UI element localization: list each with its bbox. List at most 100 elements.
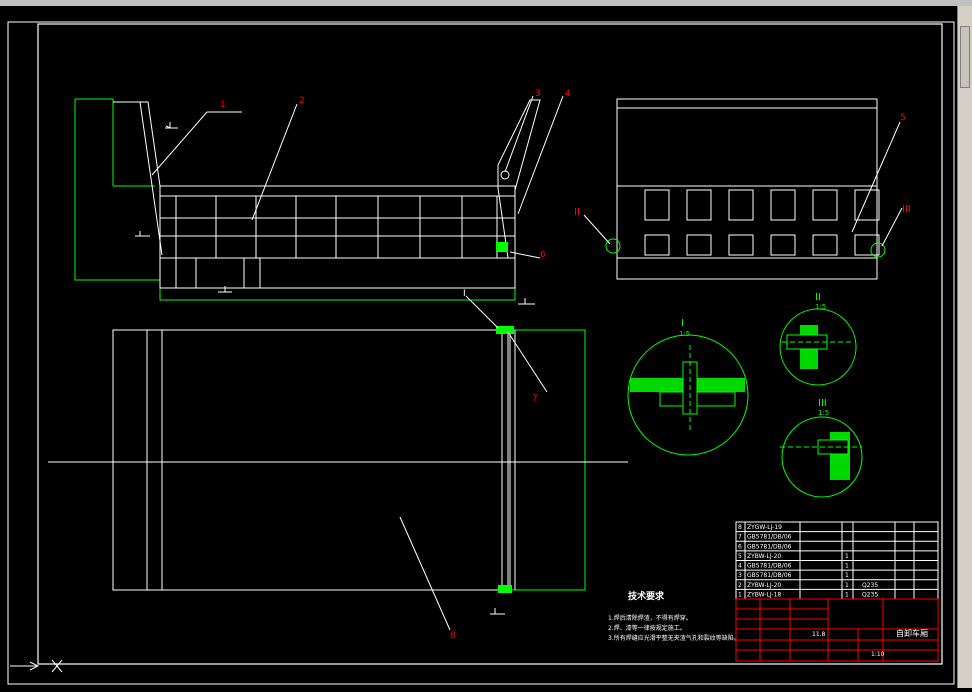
bom-row-no: 5 [738,553,742,560]
section-I-marker: I [463,289,466,299]
callout-7-leader [507,331,548,393]
weld-symbol-3 [218,286,232,293]
bom-row-qty: 1 [845,572,849,579]
callout-5: 5 [900,113,906,123]
title-block-scale: 1:10 [871,651,885,658]
top-view-green-box [112,329,586,591]
top-view-hinge-bottom [498,585,512,593]
bom-row-qty: 1 [845,591,849,598]
detail-III-scale: 1:5 [818,409,829,417]
detail-II-label: II [815,292,821,303]
bom-row-code: ZYBW-LJ-20 [747,582,781,589]
weld-symbol-1 [165,122,178,129]
weld-symbol-5 [490,608,505,615]
bom-row-code: ZYBW-LJ-18 [747,591,781,598]
bom-row-no: 1 [738,591,742,598]
callout-7: 7 [532,394,538,404]
bom-row-material: Q235 [862,591,878,598]
weld-symbol-2 [135,231,150,237]
side-opening-upper [644,189,670,221]
bom-row-qty: 1 [845,582,849,589]
side-opening-lower [812,234,838,256]
bom-row-qty: 1 [845,563,849,570]
vertical-scrollbar[interactable] [957,6,972,688]
side-view-outline [616,98,878,280]
callout-4: 4 [565,89,571,99]
callout-1-leader [151,111,208,176]
ucs-icon [10,659,63,673]
cad-canvas[interactable]: II III 1 2 3 4 5 6 7 8 I I 1:5 II 1:5 II… [0,6,958,688]
callout-8-leader [399,516,451,631]
bom-row-code: GB5781/DB/06 [747,543,792,550]
callout-5-leader [851,121,901,233]
side-marker-left-leader [583,214,611,245]
top-view-body [112,329,509,591]
front-hinge [496,242,508,252]
bom-row-code: GB5781/DB/06 [747,572,792,579]
title-block: 自卸车厢 1:10 11.8 [735,598,939,662]
bom-row-no: 4 [738,563,742,570]
bom-row-no: 3 [738,572,742,579]
bom-row-code: ZYGW-LJ-19 [747,524,782,531]
front-view [74,98,541,301]
tech-requirements: 技术要求 1.焊后清除焊渣，不得有焊穿。 2.焊、漆等一律按规定施工。 3.所有… [608,590,740,642]
bill-of-materials: 8 ZYGW-LJ-19 7 GB5781/DB/06 6 GB5781/DB/06 5 ZY… [735,521,939,600]
front-pivot [500,170,510,180]
front-tailgate-outline [113,101,161,258]
callout-6: 6 [540,250,546,260]
detail-III-label: III [818,398,827,409]
bom-row-code: GB5781/DB/06 [747,563,792,570]
bom-row-qty: 1 [845,553,849,560]
side-view: II III [574,98,911,280]
tech-req-item-1: 1.焊后清除焊渣，不得有焊穿。 [608,614,692,622]
callout-8: 8 [450,631,456,641]
top-view-hinge-top [496,326,514,334]
detail-view-II: II 1:5 [779,292,857,386]
callout-3: 3 [535,89,541,99]
side-view-openings [644,189,880,256]
side-opening-upper [686,189,712,221]
front-lower-panel [159,257,516,289]
title-block-drawing-name: 自卸车厢 [896,628,928,638]
side-opening-upper [812,189,838,221]
tech-requirements-title: 技术要求 [628,590,665,602]
detail-I-label: I [681,318,684,329]
detail-I-scale: 1:5 [679,330,690,338]
ucs-x-label-icon [51,659,63,673]
detail-III-plate [830,432,850,480]
callout-2: 2 [299,96,305,106]
tech-req-item-2: 2.焊、漆等一律按规定施工。 [608,624,686,632]
callout-2-leader [251,103,298,221]
top-view [48,326,628,593]
side-marker-right-leader [881,207,903,247]
side-marker-right-label: III [902,204,911,215]
side-opening-lower [686,234,712,256]
side-opening-lower [854,234,880,256]
callout-1: 1 [220,100,226,110]
bom-row-material: Q235 [862,582,878,589]
section-I-leader [465,295,499,329]
front-view-green-frame [74,99,516,301]
title-block-weight: 11.8 [812,631,826,638]
side-opening-upper [854,189,880,221]
side-marker-left-label: II [574,207,580,218]
bom-row-no: 8 [738,524,742,531]
tech-req-item-3: 3.所有焊缝应光滑平整无夹渣气孔和裂纹等缺陷。 [608,634,740,642]
bom-rows: 8 ZYGW-LJ-19 7 GB5781/DB/06 6 GB5781/DB/06 5 ZY… [736,524,938,600]
side-opening-upper [728,189,754,221]
side-view-marker-II [605,238,621,254]
drawing-svg: II III 1 2 3 4 5 6 7 8 I I 1:5 II 1:5 II… [7,21,955,685]
detail-view-III: III 1:5 [780,398,863,498]
bom-row-no: 7 [738,534,742,541]
weld-symbol-4 [518,298,535,305]
bom-row-code: ZYBW-LJ-20 [747,553,781,560]
side-opening-lower [728,234,754,256]
detail-view-I: I 1:5 [627,318,749,456]
scrollbar-thumb[interactable] [960,26,970,88]
side-opening-lower [644,234,670,256]
side-opening-lower [770,234,796,256]
side-opening-upper [770,189,796,221]
front-top-rail [159,185,516,197]
bom-row-code: GB5781/DB/06 [747,534,792,541]
bom-row-no: 2 [738,582,742,589]
